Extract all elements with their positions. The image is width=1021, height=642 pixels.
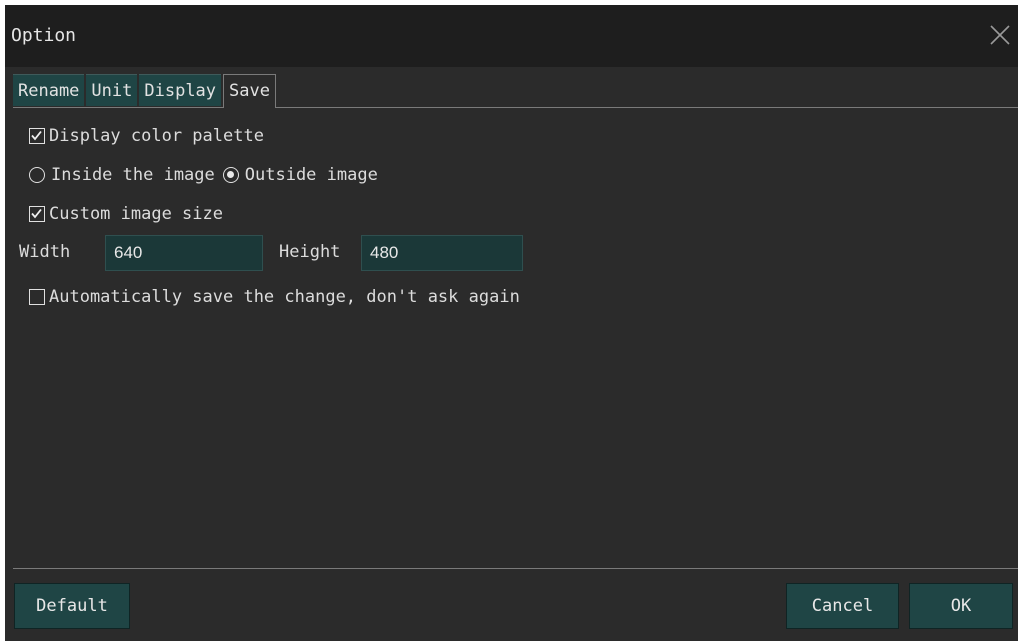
auto-save-checkbox[interactable] <box>29 289 45 305</box>
palette-position-row: Inside the image Outside image <box>29 163 378 187</box>
auto-save-row: Automatically save the change, don't ask… <box>29 285 520 309</box>
default-button[interactable]: Default <box>14 583 130 629</box>
tab-unit[interactable]: Unit <box>86 74 138 106</box>
tab-save[interactable]: Save <box>223 74 276 108</box>
width-label: Width <box>19 242 71 262</box>
cancel-button[interactable]: Cancel <box>786 583 899 629</box>
width-input[interactable]: 640 <box>105 235 263 271</box>
save-settings-panel: Display color palette Inside the image O… <box>13 107 1018 569</box>
tab-display[interactable]: Display <box>139 74 222 106</box>
tab-bar: Rename Unit Display Save <box>13 74 278 108</box>
inside-image-label: Inside the image <box>51 165 215 185</box>
tab-rename[interactable]: Rename <box>13 74 85 106</box>
ok-button[interactable]: OK <box>909 583 1013 629</box>
outside-image-label: Outside image <box>244 165 378 185</box>
option-dialog: Option Rename Unit Display Save Display … <box>5 5 1018 641</box>
close-button[interactable] <box>982 17 1018 53</box>
checkmark-icon <box>31 208 42 219</box>
custom-size-label: Custom image size <box>49 204 223 224</box>
display-palette-label: Display color palette <box>49 126 264 146</box>
custom-size-checkbox[interactable] <box>29 206 45 222</box>
auto-save-label: Automatically save the change, don't ask… <box>49 287 520 307</box>
outside-image-radio[interactable] <box>222 167 239 183</box>
display-palette-checkbox[interactable] <box>29 128 45 144</box>
height-input[interactable]: 480 <box>361 235 523 271</box>
height-label: Height <box>279 242 341 262</box>
custom-size-row: Custom image size <box>29 202 223 226</box>
display-palette-row: Display color palette <box>29 124 264 148</box>
window-title: Option <box>11 25 77 46</box>
title-bar: Option <box>5 5 1018 67</box>
inside-image-radio[interactable] <box>29 167 45 183</box>
close-icon <box>990 25 1010 45</box>
checkmark-icon <box>31 130 42 141</box>
